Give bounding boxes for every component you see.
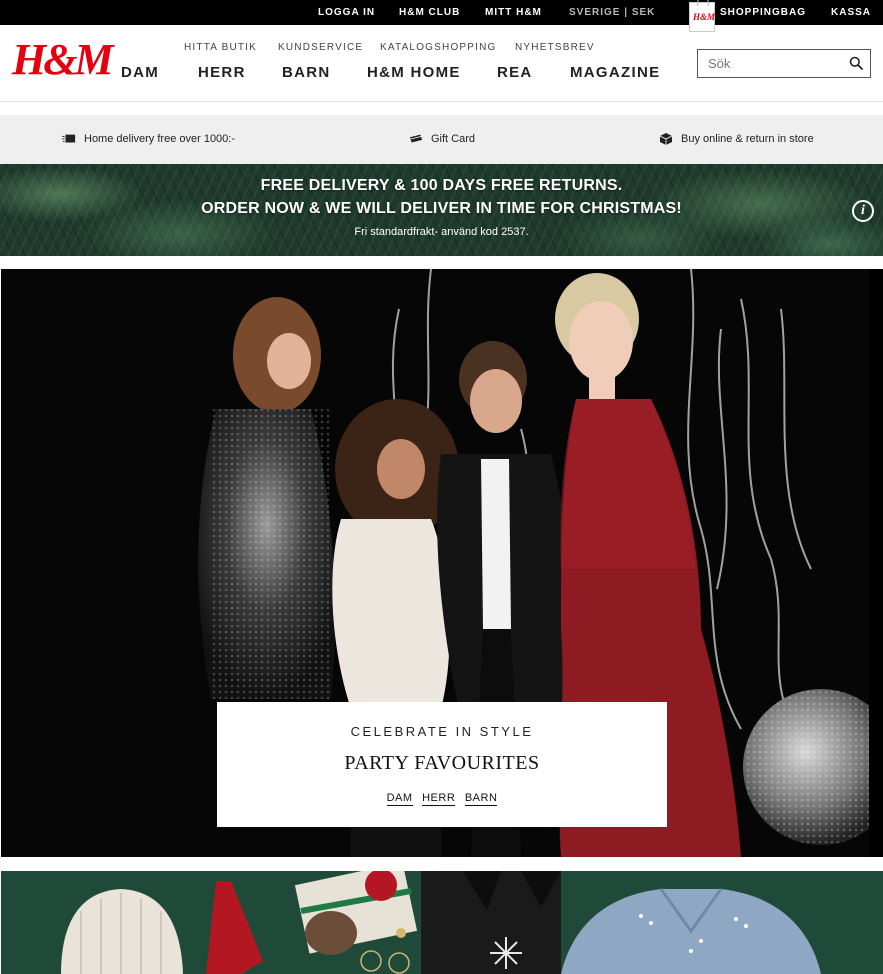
service-gift-card[interactable]: Gift Card	[431, 133, 475, 145]
hero-link-barn[interactable]: BARN	[464, 792, 498, 806]
site-header: H&M HITTA BUTIK KUNDSERVICE KATALOGSHOPP…	[0, 25, 883, 102]
search-icon[interactable]	[849, 56, 863, 70]
hero-link-dam[interactable]: DAM	[386, 792, 413, 806]
delivery-truck-icon	[62, 134, 76, 143]
hero-scrollbar[interactable]	[869, 269, 883, 857]
find-store-link[interactable]: HITTA BUTIK	[184, 42, 257, 53]
shopping-bag-link[interactable]: SHOPPINGBAG	[720, 7, 806, 18]
region-currency-link[interactable]: SVERIGE | SEK	[569, 7, 655, 18]
package-box-icon	[659, 133, 673, 145]
nav-magazine[interactable]: MAGAZINE	[570, 64, 660, 81]
nav-barn[interactable]: BARN	[282, 64, 331, 81]
checkout-link[interactable]: KASSA	[831, 7, 871, 18]
gift-card-icon	[409, 134, 423, 143]
catalog-shopping-link[interactable]: KATALOGSHOPPING	[380, 42, 497, 53]
nav-hm-home[interactable]: H&M HOME	[367, 64, 461, 81]
gift-teaser-photo	[1, 871, 883, 974]
newsletter-link[interactable]: NYHETSBREV	[515, 42, 595, 53]
services-bar: Home delivery free over 1000:- Gift Card…	[0, 115, 883, 164]
promo-headline-2: ORDER NOW & WE WILL DELIVER IN TIME FOR …	[201, 200, 682, 217]
info-icon[interactable]: i	[852, 200, 874, 222]
hero-title[interactable]: PARTY FAVOURITES	[217, 752, 667, 775]
shopping-bag-icon[interactable]: H&M	[689, 0, 716, 32]
top-utility-bar: LOGGA IN H&M CLUB MITT H&M SVERIGE | SEK…	[0, 0, 883, 25]
hm-logo[interactable]: H&M	[12, 35, 114, 85]
promo-banner[interactable]: FREE DELIVERY & 100 DAYS FREE RETURNS. O…	[0, 164, 883, 256]
search-box	[697, 49, 871, 78]
hero-text-card: CELEBRATE IN STYLE PARTY FAVOURITES DAM …	[217, 702, 667, 827]
nav-rea[interactable]: REA	[497, 64, 533, 81]
search-input[interactable]	[698, 50, 844, 77]
nav-dam[interactable]: DAM	[121, 64, 159, 81]
nav-herr[interactable]: HERR	[198, 64, 246, 81]
promo-headline-1: FREE DELIVERY & 100 DAYS FREE RETURNS.	[260, 177, 623, 194]
promo-code-text: Fri standardfrakt- använd kod 2537.	[354, 226, 529, 238]
service-home-delivery[interactable]: Home delivery free over 1000:-	[84, 133, 235, 145]
hm-club-link[interactable]: H&M CLUB	[399, 7, 460, 18]
gift-teaser-banner[interactable]	[1, 871, 883, 974]
bag-icon-logo: H&M	[693, 12, 716, 22]
my-hm-link[interactable]: MITT H&M	[485, 7, 542, 18]
login-link[interactable]: LOGGA IN	[318, 7, 375, 18]
page: LOGGA IN H&M CLUB MITT H&M SVERIGE | SEK…	[0, 0, 883, 974]
service-return-in-store[interactable]: Buy online & return in store	[681, 133, 814, 145]
hero-link-herr[interactable]: HERR	[422, 792, 456, 806]
hero-links: DAM HERR BARN	[217, 792, 667, 806]
customer-service-link[interactable]: KUNDSERVICE	[278, 42, 363, 53]
hero-kicker: CELEBRATE IN STYLE	[350, 724, 534, 739]
